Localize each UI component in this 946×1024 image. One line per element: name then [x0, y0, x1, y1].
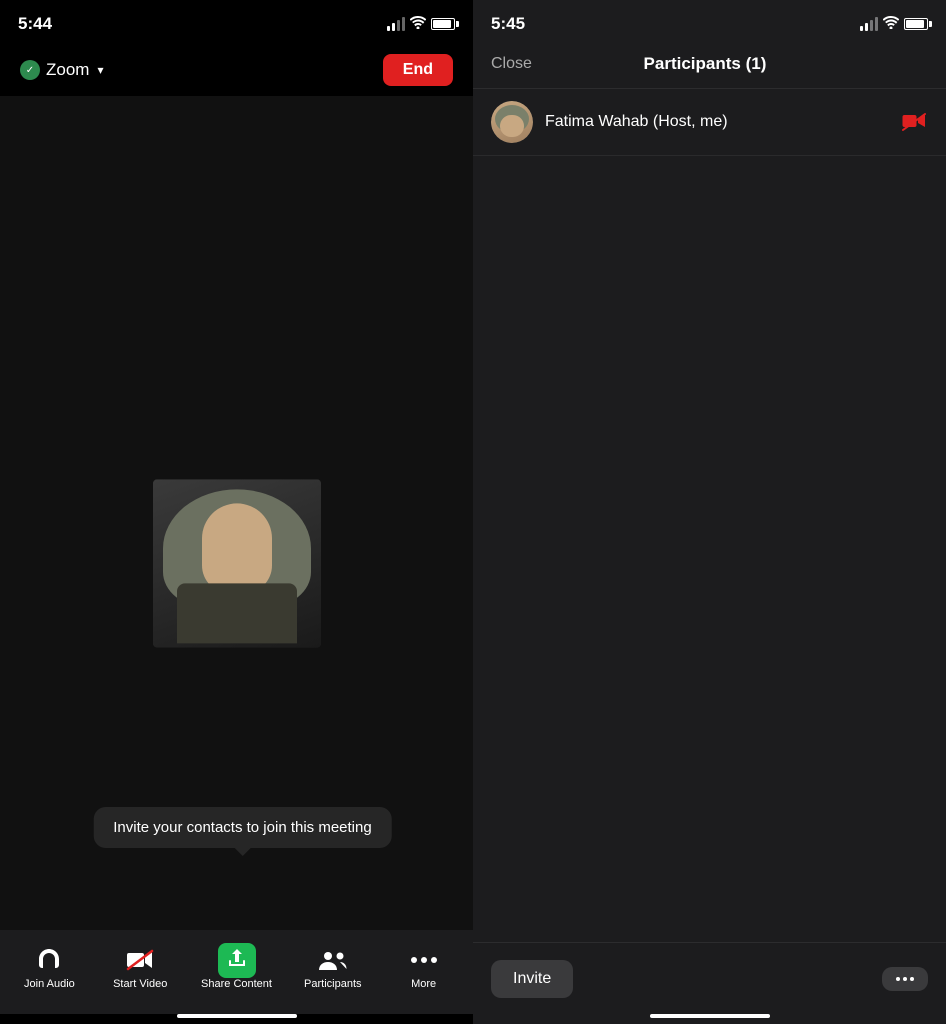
bottom-toolbar: Join Audio Start Video: [0, 930, 473, 1014]
end-button[interactable]: End: [383, 54, 453, 86]
chevron-down-icon: ▾: [97, 63, 103, 77]
zoom-branding: ✓ Zoom ▾: [20, 60, 104, 80]
more-button[interactable]: More: [394, 946, 454, 990]
ellipsis-icon: [409, 946, 439, 974]
self-video: [153, 479, 321, 647]
zoom-label: Zoom: [46, 60, 89, 80]
right-wifi-icon: [883, 16, 899, 32]
right-panel: 5:45 Close Participants (1): [473, 0, 946, 1024]
participants-bottom-bar: Invite: [473, 942, 946, 1014]
people-icon: [318, 946, 348, 974]
join-audio-label: Join Audio: [24, 978, 75, 990]
participants-label: Participants: [304, 978, 361, 990]
participants-spacer: [473, 516, 946, 943]
start-video-button[interactable]: Start Video: [110, 946, 170, 990]
right-battery-icon: [904, 18, 928, 30]
video-slash-icon: [125, 946, 155, 974]
participants-button[interactable]: Participants: [303, 946, 363, 990]
participant-row: Fatima Wahab (Host, me): [473, 89, 946, 156]
right-time: 5:45: [491, 14, 525, 34]
close-button[interactable]: Close: [491, 55, 532, 73]
more-label: More: [411, 978, 436, 990]
participants-more-button[interactable]: [882, 967, 928, 991]
headphone-icon: [34, 946, 64, 974]
participant-name: Fatima Wahab (Host, me): [545, 113, 888, 131]
left-toolbar: ✓ Zoom ▾ End: [0, 44, 473, 96]
video-area: Invite your contacts to join this meetin…: [0, 96, 473, 930]
join-audio-button[interactable]: Join Audio: [19, 946, 79, 990]
left-panel: 5:44 ✓ Zoom ▾ End: [0, 0, 473, 1024]
zoom-shield-icon: ✓: [20, 60, 40, 80]
share-content-button[interactable]: Share Content: [201, 946, 272, 990]
participants-title: Participants (1): [644, 54, 767, 74]
left-status-bar: 5:44: [0, 0, 473, 44]
battery-icon: [431, 18, 455, 30]
right-status-icons: [860, 16, 928, 32]
invite-button[interactable]: Invite: [491, 960, 573, 998]
start-video-label: Start Video: [113, 978, 167, 990]
signal-icon: [387, 17, 405, 31]
left-time: 5:44: [18, 14, 52, 34]
wifi-icon: [410, 16, 426, 32]
participants-toolbar: Close Participants (1): [473, 44, 946, 89]
invite-tooltip: Invite your contacts to join this meetin…: [93, 807, 391, 848]
share-icon: [222, 946, 252, 974]
right-signal-icon: [860, 17, 878, 31]
participants-list: Fatima Wahab (Host, me): [473, 89, 946, 516]
participant-avatar: [491, 101, 533, 143]
share-content-label: Share Content: [201, 978, 272, 990]
right-home-indicator: [473, 1014, 946, 1024]
left-status-icons: [387, 16, 455, 32]
person-avatar: [153, 479, 321, 647]
participant-video-off-icon: [900, 108, 928, 136]
right-status-bar: 5:45: [473, 0, 946, 44]
home-indicator: [0, 1014, 473, 1024]
